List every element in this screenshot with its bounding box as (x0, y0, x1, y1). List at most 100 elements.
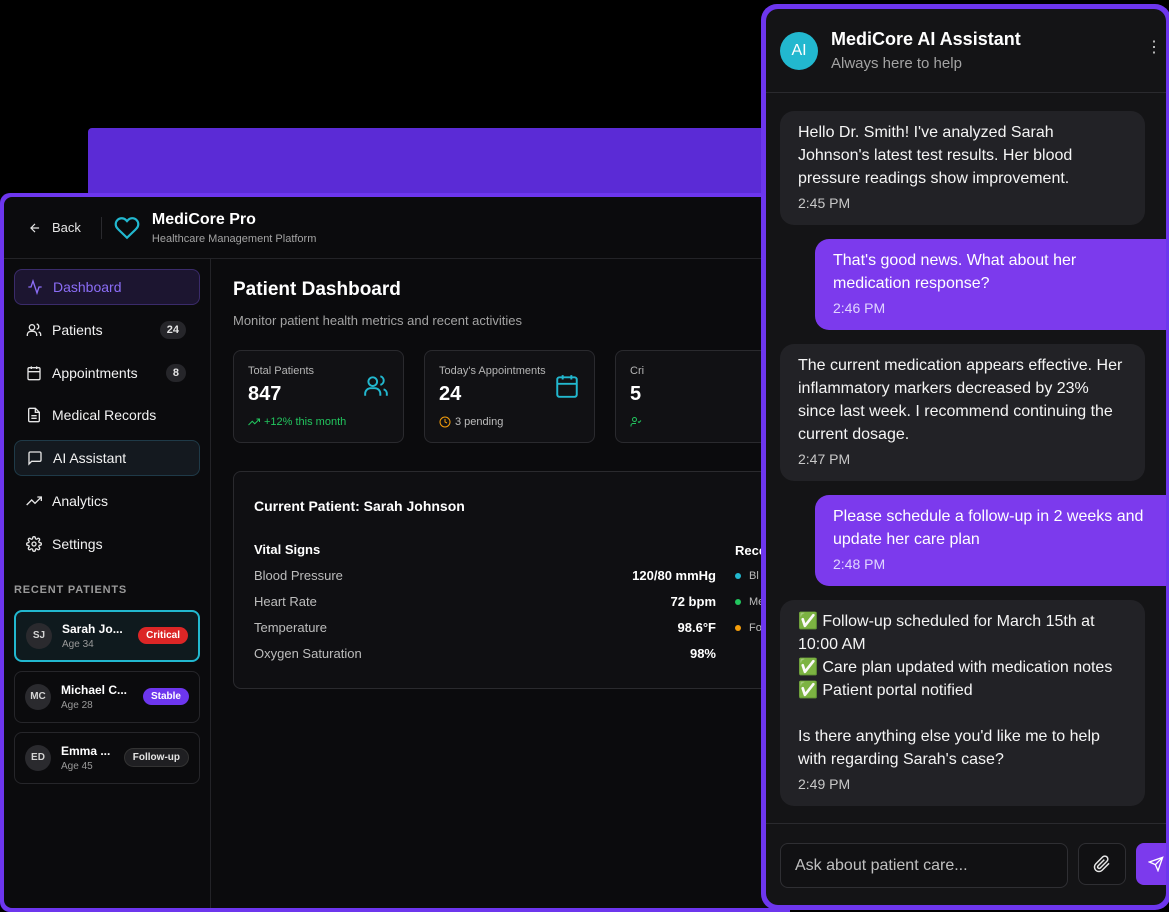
activity-icon (28, 279, 42, 295)
patient-name: Sarah Jo... (62, 621, 123, 636)
recent-patients-heading: RECENT PATIENTS (14, 583, 128, 596)
message-line: Is there anything else you'd like me to … (798, 728, 1100, 768)
vital-signs-heading: Vital Signs (254, 542, 321, 557)
page-title: Patient Dashboard (233, 279, 401, 300)
send-button[interactable] (1136, 843, 1166, 885)
current-patient-card: Current Patient: Sarah Johnson Vital Sig… (233, 471, 786, 689)
sidebar-item-dashboard[interactable]: Dashboard (14, 269, 200, 305)
message-line: ✅ Follow-up scheduled for March 15th at … (798, 613, 1095, 653)
stats-row: Total Patients 847 +12% this month Today… (233, 350, 786, 443)
vital-label: Heart Rate (254, 594, 317, 609)
recent-patient-item[interactable]: ED Emma ... Age 45 Follow-up (14, 731, 200, 784)
message-line: ✅ Patient portal notified (798, 682, 973, 699)
sidebar-item-patients[interactable]: Patients 24 (14, 312, 200, 348)
chat-input[interactable]: Ask about patient care... (780, 843, 1068, 888)
patient-age: Age 34 (62, 638, 94, 650)
sidebar-item-label: Medical Records (52, 407, 157, 424)
sidebar-item-appointments[interactable]: Appointments 8 (14, 355, 200, 391)
brand-subtitle: Healthcare Management Platform (151, 232, 317, 245)
activity-item: Fo (735, 622, 762, 634)
sidebar: Dashboard Patients 24 Appointments 8 Med… (4, 259, 211, 908)
message-time: 2:48 PM (833, 556, 886, 572)
sidebar-item-settings[interactable]: Settings (14, 526, 200, 562)
patient-age: Age 28 (61, 699, 93, 711)
count-badge: 24 (159, 320, 186, 339)
avatar: AI (780, 31, 818, 70)
vital-row: Oxygen Saturation 98% (254, 646, 716, 661)
sidebar-item-label: Patients (52, 321, 103, 338)
stat-note (630, 416, 771, 428)
status-badge: Critical (138, 627, 188, 645)
brand-title: MediCore Pro (151, 210, 256, 228)
vital-value: 98.6°F (677, 620, 716, 635)
vital-label: Blood Pressure (254, 568, 343, 583)
sidebar-item-label: Appointments (52, 364, 138, 381)
file-text-icon (28, 408, 40, 423)
sidebar-item-ai-assistant[interactable]: AI Assistant (14, 440, 200, 477)
chat-composer: Ask about patient care... (766, 823, 1166, 905)
message-line: ✅ Care plan updated with medication note… (798, 659, 1113, 676)
brand: MediCore Pro Healthcare Management Platf… (114, 211, 316, 245)
count-badge: 8 (165, 363, 186, 382)
ai-message: The current medication appears effective… (780, 344, 1145, 481)
stat-card-appointments[interactable]: Today's Appointments 24 3 pending (424, 350, 595, 443)
calendar-icon (556, 375, 578, 398)
vital-row: Heart Rate 72 bpm (254, 594, 716, 609)
chat-title: MediCore AI Assistant (831, 29, 1021, 49)
status-badge: Follow-up (123, 748, 189, 768)
stat-note-text: 3 pending (455, 416, 504, 428)
ai-message: ✅ Follow-up scheduled for March 15th at … (780, 600, 1145, 806)
sidebar-item-label: Analytics (52, 492, 109, 509)
page-subtitle: Monitor patient health metrics and recen… (233, 313, 523, 328)
stat-label: Cri (630, 365, 645, 377)
clock-icon (439, 416, 451, 428)
card-title: Current Patient: Sarah Johnson (254, 498, 465, 514)
patient-age: Age 45 (61, 760, 93, 772)
chat-subtitle: Always here to help (831, 55, 962, 72)
activity-item: Me (735, 596, 764, 608)
attach-button[interactable] (1078, 843, 1126, 885)
avatar: MC (25, 683, 51, 710)
activity-text: Fo (749, 622, 762, 634)
sidebar-item-medical-records[interactable]: Medical Records (14, 397, 200, 433)
more-options-icon[interactable]: ⋮ (1146, 37, 1162, 57)
stat-note: +12% this month (248, 416, 389, 428)
patient-name: Michael C... (61, 682, 128, 697)
recent-patient-item[interactable]: MC Michael C... Age 28 Stable (14, 670, 200, 723)
paperclip-icon (1093, 855, 1110, 873)
patient-name: Emma ... (61, 743, 111, 758)
stat-value: 5 (630, 383, 642, 405)
arrow-left-icon (30, 223, 40, 232)
vital-label: Temperature (254, 620, 327, 635)
vital-row: Blood Pressure 120/80 mmHg (254, 568, 716, 583)
message-square-icon (28, 451, 42, 466)
chat-header: AI MediCore AI Assistant Always here to … (766, 9, 1166, 93)
message-time: 2:49 PM (798, 776, 851, 792)
avatar: SJ (26, 622, 52, 649)
message-time: 2:46 PM (833, 300, 886, 316)
recent-patient-item[interactable]: SJ Sarah Jo... Age 34 Critical (14, 609, 200, 662)
activity-item: Bl (735, 570, 759, 582)
vital-label: Oxygen Saturation (254, 646, 362, 661)
vital-value: 98% (689, 646, 716, 661)
user-check-icon (630, 417, 642, 427)
main-content: Patient Dashboard Monitor patient health… (211, 259, 786, 908)
status-dot (735, 599, 741, 605)
message-text: Hello Dr. Smith! I've analyzed Sarah Joh… (798, 124, 1073, 187)
ai-chat-panel: AI MediCore AI Assistant Always here to … (761, 4, 1169, 910)
avatar: ED (25, 744, 51, 771)
status-badge: Stable (142, 688, 189, 706)
trending-up-icon (26, 496, 42, 506)
stat-card-total-patients[interactable]: Total Patients 847 +12% this month (233, 350, 404, 443)
vital-value: 120/80 mmHg (632, 568, 716, 583)
back-label: Back (52, 220, 81, 235)
back-button[interactable]: Back (28, 216, 102, 239)
send-icon (1148, 856, 1164, 872)
status-dot (735, 625, 741, 631)
gear-icon (26, 535, 42, 552)
user-message: That's good news. What about her medicat… (815, 239, 1166, 330)
stat-note-text: +12% this month (264, 416, 347, 428)
message-time: 2:45 PM (798, 195, 851, 211)
sidebar-item-label: Dashboard (53, 279, 122, 295)
sidebar-item-analytics[interactable]: Analytics (14, 483, 200, 519)
